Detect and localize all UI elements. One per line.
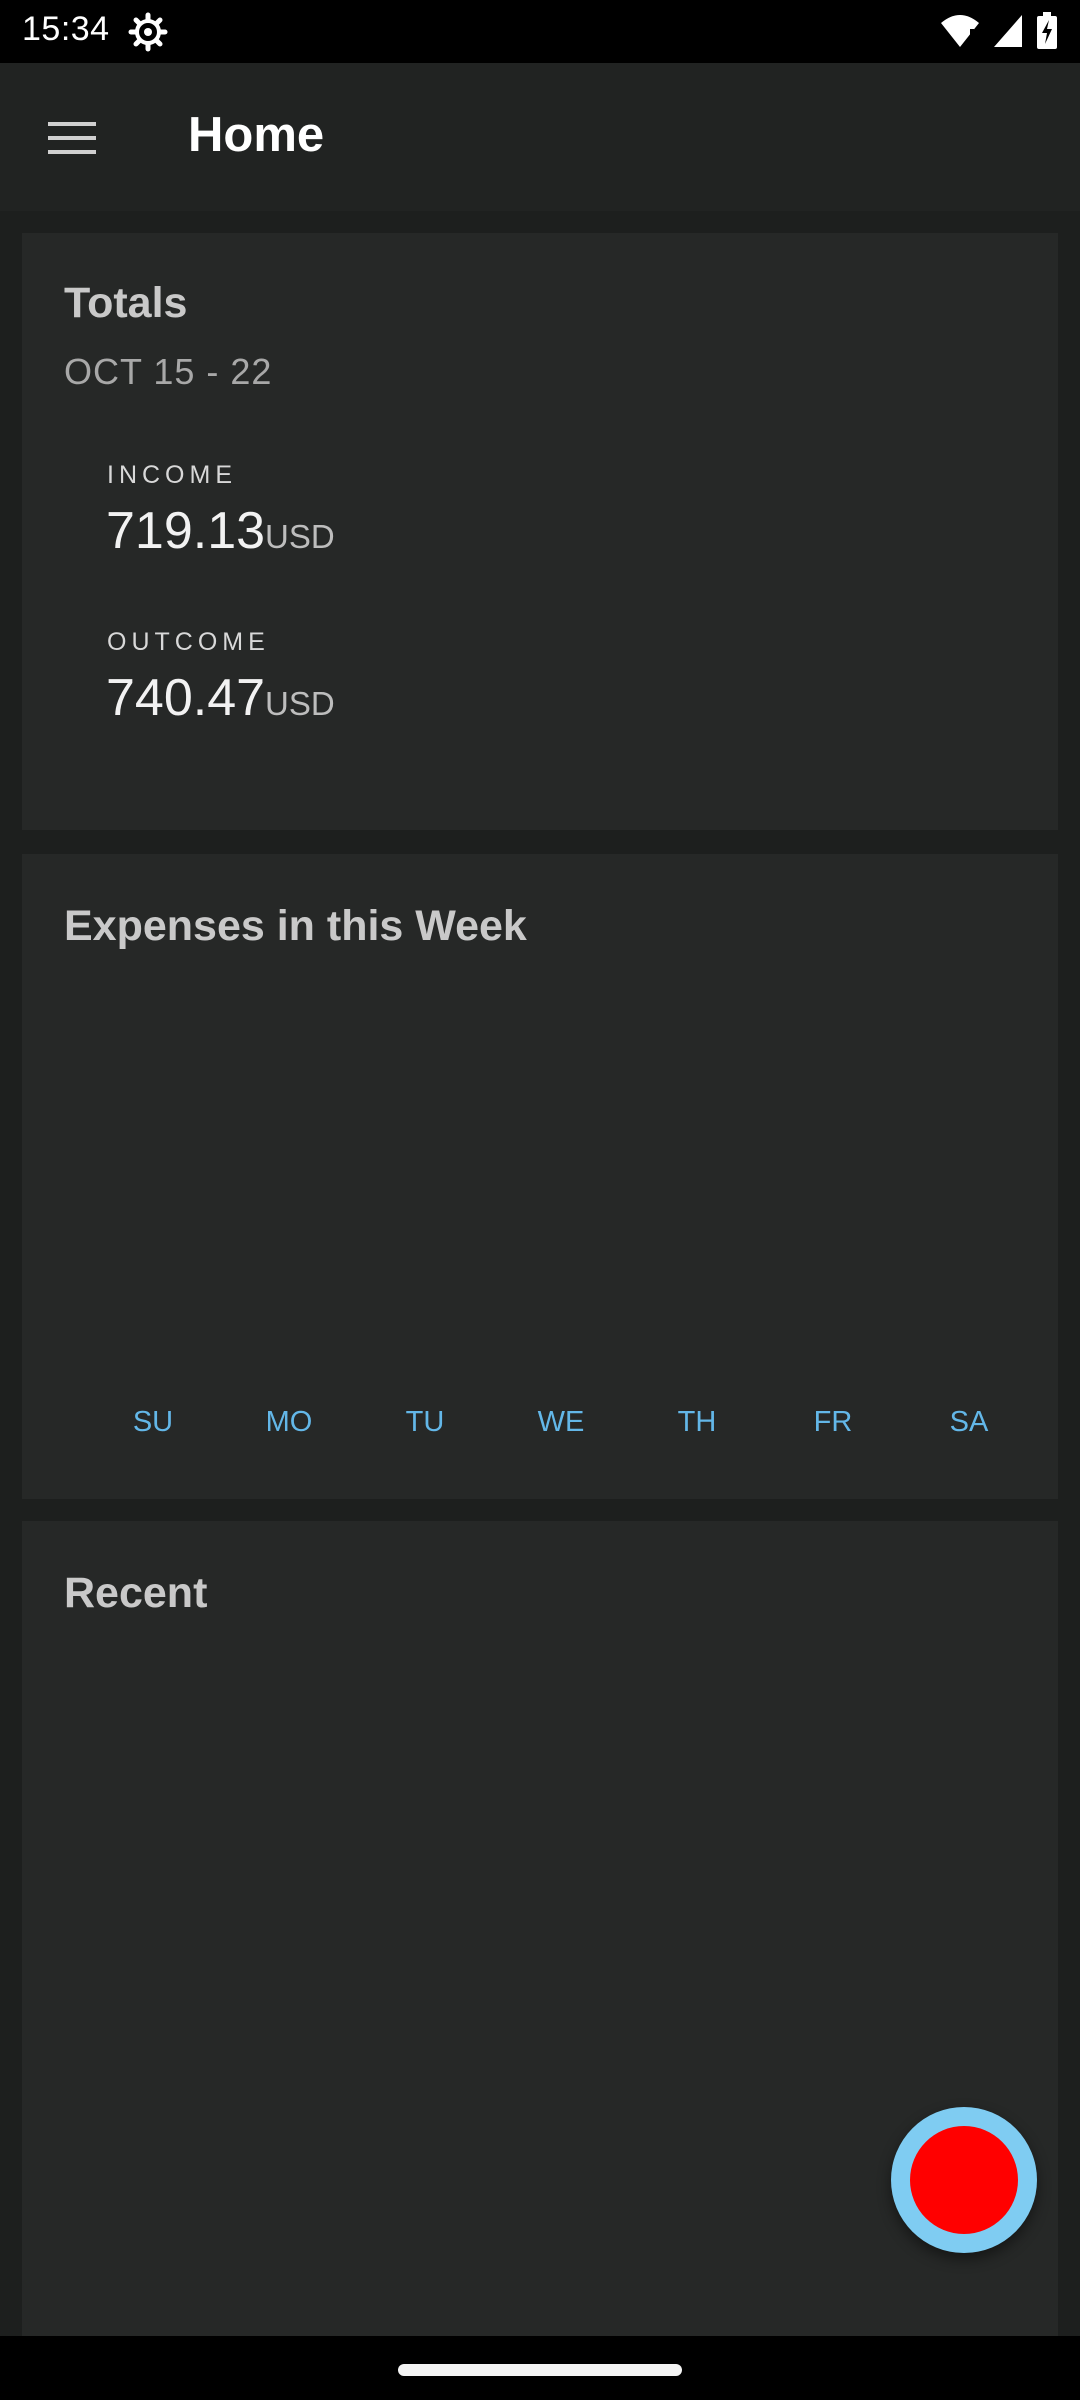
weekly-expenses-card: Expenses in this Week SU MO TU WE TH FR SA [22,854,1058,1499]
outcome-label: OUTCOME [107,628,270,656]
day-label-we: WE [537,1406,585,1438]
status-time: 15:34 [22,10,110,48]
hamburger-menu-icon[interactable] [38,103,108,173]
day-labels: SU MO TU WE TH FR SA [64,1406,1016,1446]
outcome-amount: 740.47USD [106,668,335,728]
signal-icon [992,13,1024,54]
record-fab-button[interactable] [891,2107,1037,2253]
outcome-unit: USD [265,685,335,722]
day-label-th: TH [677,1406,717,1438]
income-label: INCOME [107,461,237,489]
day-label-fr: FR [813,1406,853,1438]
day-label-mo: MO [265,1406,313,1438]
day-label-su: SU [132,1406,174,1438]
income-unit: USD [265,518,335,555]
status-indicators [940,12,1058,55]
settings-gear-icon [128,12,168,52]
totals-card: Totals OCT 15 - 22 INCOME 719.13USD OUTC… [22,233,1058,830]
weekly-expenses-heading: Expenses in this Week [64,902,527,950]
battery-charging-icon [1036,12,1058,55]
outcome-value: 740.47 [106,669,266,727]
status-bar: 15:34 [0,0,1080,63]
home-gesture-handle[interactable] [398,2364,682,2376]
day-label-sa: SA [949,1406,989,1438]
wifi-icon [940,13,980,54]
date-range: OCT 15 - 22 [64,351,273,392]
totals-heading: Totals [64,279,188,327]
system-navigation-bar [0,2336,1080,2400]
page-title: Home [188,108,325,162]
recent-heading: Recent [64,1569,208,1617]
weekly-expenses-chart [22,1024,1058,1384]
day-label-tu: TU [405,1406,445,1438]
app-bar: Home [0,63,1080,211]
income-value: 719.13 [106,502,266,560]
record-icon [910,2126,1018,2234]
income-amount: 719.13USD [106,501,335,561]
